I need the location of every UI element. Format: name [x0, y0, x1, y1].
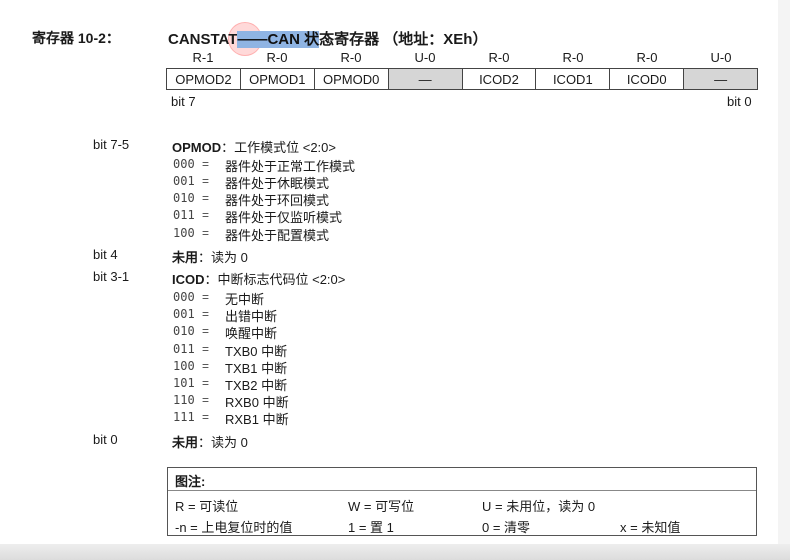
item-code: 100	[173, 226, 195, 240]
bit-cell: ICOD0	[609, 68, 685, 90]
access-bit2: R-0	[562, 50, 584, 65]
item-eq: =	[202, 376, 210, 390]
def-title: 未用：读为 0	[172, 247, 248, 266]
def-field-desc: ：读为 0	[198, 250, 248, 265]
item-code: 100	[173, 359, 195, 373]
item-eq: =	[202, 393, 210, 407]
item-eq: =	[202, 191, 210, 205]
item-eq: =	[202, 307, 210, 321]
access-bit5: R-0	[340, 50, 362, 65]
item-desc: 唤醒中断	[225, 326, 278, 341]
def-bit-range: bit 4	[93, 247, 118, 262]
def-title: ICOD：中断标志代码位 <2:0>	[172, 269, 345, 288]
def-field-name: 未用	[172, 250, 199, 265]
access-bit7: R-1	[192, 50, 214, 65]
item-code: 000	[173, 290, 195, 304]
legend-title: 图注:	[175, 474, 206, 489]
item-eq: =	[202, 324, 210, 338]
legend-one: 1 = 置 1	[348, 520, 394, 535]
item-eq: =	[202, 410, 210, 424]
legend-x: x = 未知值	[620, 520, 681, 535]
item-code: 000	[173, 157, 195, 171]
item-code: 011	[173, 208, 195, 222]
def-title: OPMOD：工作模式位 <2:0>	[172, 137, 336, 156]
legend-u: U = 未用位，读为 0	[482, 499, 596, 514]
item-eq: =	[202, 226, 210, 240]
item-code: 010	[173, 191, 195, 205]
item-code: 001	[173, 174, 195, 188]
def-bit-range: bit 7-5	[93, 137, 130, 152]
def-field-name: OPMOD	[172, 140, 222, 155]
item-code: 101	[173, 376, 195, 390]
title-prefix: CANSTAT	[168, 31, 238, 48]
item-eq: =	[202, 174, 210, 188]
bit-high-label: bit 7	[171, 94, 196, 109]
title-suffix: 态寄存器 （地址：XEh）	[319, 31, 488, 48]
legend-zero: 0 = 清零	[482, 520, 531, 535]
text-cursor-icon: I	[327, 32, 331, 46]
legend-r: R = 可读位	[175, 499, 239, 514]
bit-cell-unused: —	[387, 68, 463, 90]
bit-cell: OPMOD0	[313, 68, 389, 90]
item-eq: =	[202, 359, 210, 373]
def-field-desc: ：读为 0	[198, 435, 248, 450]
access-row: R-1 R-0 R-0 U-0 R-0 R-0 R-0 U-0	[166, 50, 758, 66]
item-desc: 器件处于配置模式	[225, 228, 330, 243]
def-bit-range: bit 3-1	[93, 269, 130, 284]
access-bit0: U-0	[710, 50, 732, 65]
item-eq: =	[202, 290, 210, 304]
title-selection: ——CAN 状	[237, 31, 320, 48]
legend-w: W = 可写位	[348, 499, 415, 514]
access-bit4: U-0	[414, 50, 436, 65]
item-desc: RXB1 中断	[225, 412, 289, 427]
bit-cell-unused: —	[683, 68, 758, 90]
bit-cell: OPMOD2	[166, 68, 241, 90]
def-field-name: 未用	[172, 435, 199, 450]
item-code: 111	[173, 410, 195, 424]
legend-n: -n = 上电复位时的值	[175, 520, 293, 535]
legend-box: 图注: R = 可读位 W = 可写位 U = 未用位，读为 0 -n = 上电…	[167, 467, 757, 536]
def-title: 未用：读为 0	[172, 432, 248, 451]
bit-cell: ICOD2	[461, 68, 537, 90]
item-desc: 器件处于仅监听模式	[225, 210, 343, 225]
register-label: 寄存器 10-2：	[32, 30, 120, 46]
register-bit-table: OPMOD2 OPMOD1 OPMOD0 — ICOD2 ICOD1 ICOD0…	[166, 68, 758, 90]
def-field-name: ICOD	[172, 272, 205, 287]
bit-cell: OPMOD1	[239, 68, 315, 90]
def-bit-range: bit 0	[93, 432, 118, 447]
bottom-bar	[0, 544, 790, 560]
bit-low-label: bit 0	[727, 94, 752, 109]
bit-cell: ICOD1	[535, 68, 611, 90]
access-bit3: R-0	[488, 50, 510, 65]
access-bit6: R-0	[266, 50, 288, 65]
page-edge	[778, 0, 790, 560]
item-code: 011	[173, 342, 195, 356]
def-field-desc: ：中断标志代码位 <2:0>	[204, 272, 346, 287]
legend-divider	[168, 490, 756, 491]
item-code: 110	[173, 393, 195, 407]
item-eq: =	[202, 208, 210, 222]
item-code: 001	[173, 307, 195, 321]
def-field-desc: ：工作模式位 <2:0>	[221, 140, 336, 155]
access-bit1: R-0	[636, 50, 658, 65]
item-code: 010	[173, 324, 195, 338]
item-eq: =	[202, 342, 210, 356]
item-eq: =	[202, 157, 210, 171]
